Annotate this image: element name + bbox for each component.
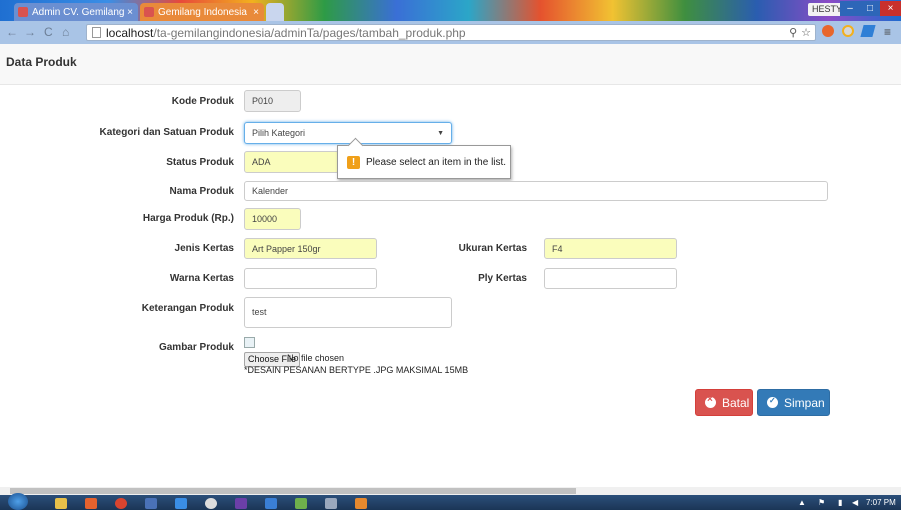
- status-field[interactable]: ADA: [244, 151, 339, 173]
- ply-kertas-field[interactable]: [544, 268, 677, 289]
- browser-tab-admin[interactable]: Admin CV. Gemilang Indo ×: [14, 3, 138, 21]
- harga-label: Harga Produk (Rp.): [142, 213, 234, 224]
- favicon-icon: [18, 7, 28, 17]
- app-icon[interactable]: [325, 498, 337, 509]
- chevron-down-icon: ▼: [437, 129, 444, 137]
- maximize-button[interactable]: □: [860, 1, 880, 16]
- app-icon[interactable]: [295, 498, 307, 509]
- nama-label: Nama Produk: [169, 186, 234, 197]
- home-icon[interactable]: ⌂: [62, 25, 69, 39]
- validation-message: Please select an item in the list.: [366, 156, 507, 168]
- warna-kertas-label: Warna Kertas: [169, 273, 234, 284]
- horizontal-scrollbar[interactable]: [0, 487, 901, 495]
- app-icon[interactable]: [145, 498, 157, 509]
- favicon-icon: [144, 7, 154, 17]
- warning-icon: !: [347, 155, 360, 169]
- bookmark-star-icon[interactable]: ☆: [801, 26, 811, 39]
- app-icon[interactable]: [355, 498, 367, 509]
- browser-icon[interactable]: [115, 498, 127, 509]
- kategori-selected-value: Pilih Kategori: [252, 128, 306, 138]
- forward-icon[interactable]: →: [24, 25, 36, 39]
- kode-produk-label: Kode Produk: [171, 96, 234, 107]
- batal-label: Batal: [722, 395, 750, 410]
- tray-arrow-icon[interactable]: ▲: [798, 498, 806, 507]
- kode-produk-field: P010: [244, 90, 301, 112]
- file-note: *DESAIN PESANAN BERTYPE .JPG MAKSIMAL 15…: [244, 365, 469, 375]
- close-circle-icon: [705, 394, 716, 408]
- jenis-kertas-label: Jenis Kertas: [174, 243, 234, 254]
- kategori-label: Kategori dan Satuan Produk: [99, 127, 234, 138]
- keterangan-textarea[interactable]: test: [244, 297, 452, 328]
- tab-close-icon[interactable]: ×: [127, 7, 133, 18]
- back-icon[interactable]: ←: [6, 25, 18, 39]
- file-status: No file chosen: [287, 353, 345, 363]
- browser-toolbar: ← → C ⌂ localhost /ta-gemilangindonesia/…: [0, 21, 901, 44]
- window-close-button[interactable]: ×: [880, 1, 901, 16]
- extension-icon[interactable]: [842, 25, 854, 37]
- taskbar-clock[interactable]: 7:07 PM: [866, 498, 896, 507]
- explorer-icon[interactable]: [55, 498, 67, 509]
- page-header: Data Produk: [0, 44, 901, 85]
- tray-volume-icon[interactable]: ◀: [852, 498, 858, 507]
- app-icon[interactable]: [235, 498, 247, 509]
- ukuran-kertas-label: Ukuran Kertas: [458, 243, 527, 254]
- reload-icon[interactable]: C: [44, 25, 53, 39]
- status-label: Status Produk: [166, 157, 234, 168]
- zoom-icon[interactable]: ⚲: [789, 26, 797, 39]
- new-tab-button[interactable]: [266, 3, 284, 21]
- ply-kertas-label: Ply Kertas: [478, 273, 527, 284]
- tab-title: Admin CV. Gemilang Indo: [32, 6, 127, 18]
- keterangan-label: Keterangan Produk: [141, 303, 234, 314]
- address-bar[interactable]: localhost /ta-gemilangindonesia/adminTa/…: [86, 24, 816, 41]
- gambar-label: Gambar Produk: [158, 342, 234, 353]
- url-path: /ta-gemilangindonesia/adminTa/pages/tamb…: [153, 25, 466, 40]
- nama-field[interactable]: Kalender: [244, 181, 828, 201]
- taskbar: ▲ ⚑ ▮ ◀ 7:07 PM: [0, 493, 901, 510]
- ukuran-kertas-field[interactable]: F4: [544, 238, 677, 259]
- app-icon[interactable]: [205, 498, 217, 509]
- tray-network-icon[interactable]: ▮: [838, 498, 842, 507]
- tab-close-icon[interactable]: ×: [253, 7, 259, 18]
- browser-title-bar: Admin CV. Gemilang Indo × Gemilang Indon…: [0, 0, 901, 21]
- tray-flag-icon[interactable]: ⚑: [818, 498, 825, 507]
- harga-field[interactable]: 10000: [244, 208, 301, 230]
- app-icon[interactable]: [265, 498, 277, 509]
- tab-title: Gemilang Indonesia: [158, 6, 247, 18]
- kategori-select[interactable]: Pilih Kategori ▼: [244, 122, 452, 144]
- url-host: localhost: [106, 25, 154, 40]
- simpan-button[interactable]: Simpan: [757, 389, 830, 416]
- page-icon: [92, 27, 101, 38]
- check-circle-icon: [767, 396, 778, 408]
- app-icon[interactable]: [175, 498, 187, 509]
- scrollbar-thumb[interactable]: [10, 488, 576, 494]
- broken-image-icon: [244, 337, 255, 348]
- page-title: Data Produk: [6, 55, 77, 69]
- app-icon[interactable]: [85, 498, 97, 509]
- menu-icon[interactable]: ≡: [884, 25, 891, 39]
- minimize-button[interactable]: –: [840, 1, 860, 16]
- validation-tooltip: ! Please select an item in the list.: [337, 137, 511, 179]
- batal-button[interactable]: Batal: [695, 389, 753, 416]
- start-button[interactable]: [8, 493, 28, 510]
- extension-icon[interactable]: [860, 25, 876, 37]
- simpan-label: Simpan: [784, 395, 825, 410]
- extension-icon[interactable]: [822, 25, 834, 37]
- browser-tab-gemilang[interactable]: Gemilang Indonesia ×: [140, 3, 264, 21]
